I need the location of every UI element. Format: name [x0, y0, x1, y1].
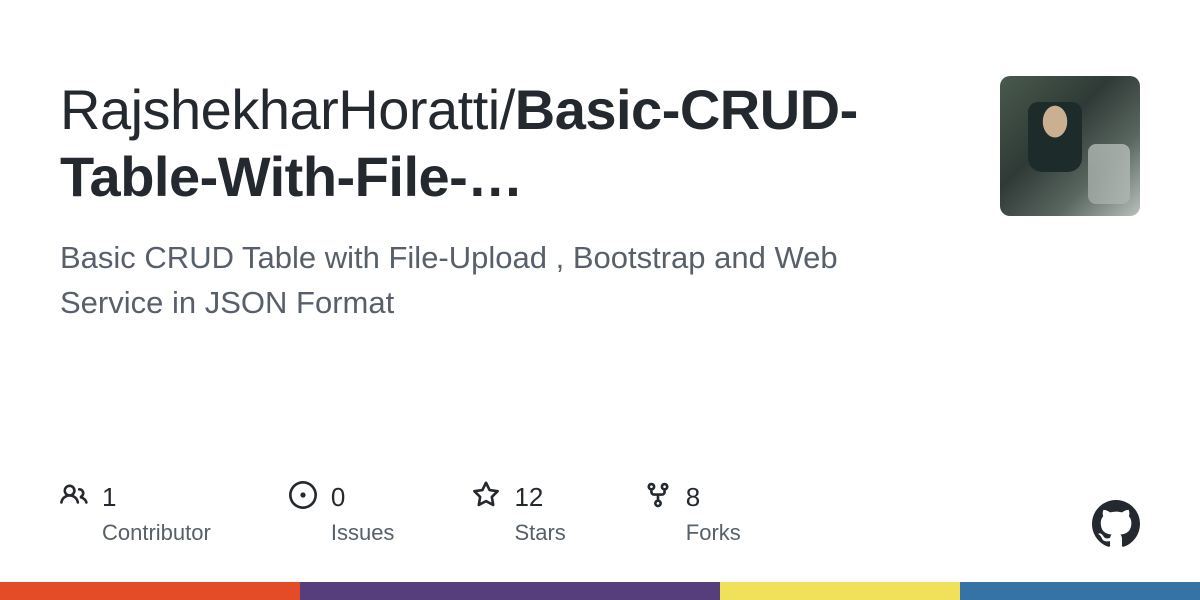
repo-title[interactable]: RajshekharHoratti/Basic-CRUD-Table-With-… — [60, 76, 960, 210]
header-row: RajshekharHoratti/Basic-CRUD-Table-With-… — [60, 76, 1140, 326]
stat-label: Issues — [331, 520, 395, 546]
language-segment — [0, 582, 300, 600]
repo-description: Basic CRUD Table with File-Upload , Boot… — [60, 236, 930, 326]
stat-value: 1 — [102, 482, 116, 513]
language-segment — [960, 582, 1200, 600]
stat-contributors[interactable]: 1 Contributor — [60, 481, 211, 546]
repo-card: RajshekharHoratti/Basic-CRUD-Table-With-… — [0, 0, 1200, 600]
stat-label: Contributor — [102, 520, 211, 546]
github-logo-icon[interactable] — [1092, 500, 1140, 548]
people-icon — [60, 481, 88, 514]
stat-value: 0 — [331, 482, 345, 513]
language-stripe — [0, 582, 1200, 600]
stat-issues[interactable]: 0 Issues — [289, 481, 395, 546]
stat-value: 8 — [686, 482, 700, 513]
stat-forks[interactable]: 8 Forks — [644, 481, 741, 546]
avatar[interactable] — [1000, 76, 1140, 216]
language-segment — [720, 582, 960, 600]
stat-label: Stars — [514, 520, 565, 546]
stats-row: 1 Contributor 0 Issues 12 Stars — [60, 481, 741, 546]
title-block: RajshekharHoratti/Basic-CRUD-Table-With-… — [60, 76, 960, 326]
issue-icon — [289, 481, 317, 514]
stat-stars[interactable]: 12 Stars — [472, 481, 565, 546]
repo-owner: RajshekharHoratti — [60, 78, 500, 141]
stat-value: 12 — [514, 482, 543, 513]
language-segment — [300, 582, 720, 600]
fork-icon — [644, 481, 672, 514]
repo-separator: / — [500, 78, 515, 141]
stat-label: Forks — [686, 520, 741, 546]
star-icon — [472, 481, 500, 514]
